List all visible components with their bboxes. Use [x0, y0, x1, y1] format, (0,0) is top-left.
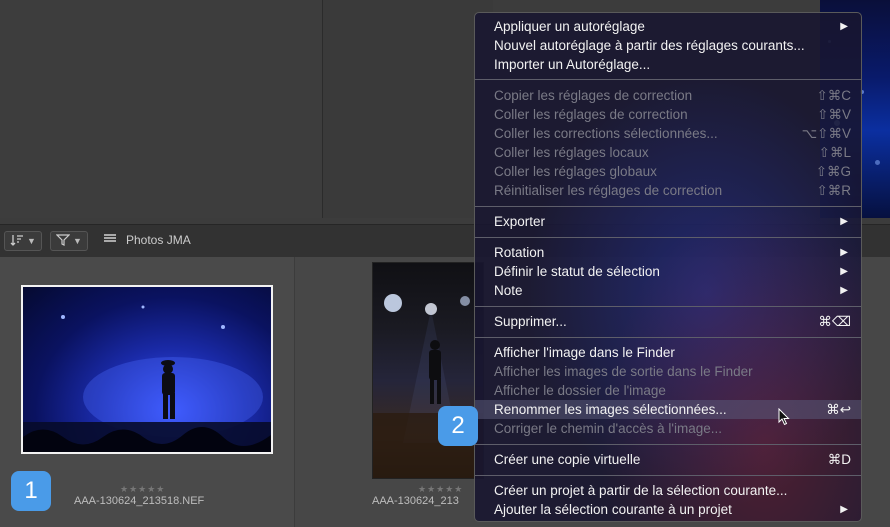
filter-button[interactable]: ▼ — [50, 231, 88, 251]
menu-item-fix-image-path[interactable]: Corriger le chemin d'accès à l'image... — [475, 419, 861, 438]
menu-item-rotation[interactable]: Rotation ▶ — [475, 243, 861, 262]
chevron-down-icon: ▼ — [27, 236, 36, 246]
top-left-pane — [0, 0, 323, 218]
library-grid-icon — [104, 234, 116, 245]
menu-item-add-to-project[interactable]: Ajouter la sélection courante à un proje… — [475, 500, 861, 519]
menu-item-create-project[interactable]: Créer un projet à partir de la sélection… — [475, 481, 861, 500]
image-thumbnail[interactable] — [21, 285, 273, 454]
menu-item-paste-global[interactable]: Coller les réglages globaux ⇧⌘G — [475, 162, 861, 181]
image-thumbnail[interactable] — [372, 262, 484, 479]
library-name: Photos JMA — [126, 233, 191, 247]
top-middle-pane — [323, 0, 493, 218]
menu-separator — [475, 337, 861, 338]
menu-separator — [475, 206, 861, 207]
submenu-arrow-icon: ▶ — [840, 247, 848, 258]
menu-item-copy-adjustments[interactable]: Copier les réglages de correction ⇧⌘C — [475, 86, 861, 105]
menu-item-create-virtual-copy[interactable]: Créer une copie virtuelle ⌘D — [475, 450, 861, 469]
menu-separator — [475, 79, 861, 80]
menu-separator — [475, 237, 861, 238]
menu-item-show-in-finder[interactable]: Afficher l'image dans le Finder — [475, 343, 861, 362]
rating-stars[interactable]: ★★★★★ — [418, 484, 463, 495]
menu-item-import-preset[interactable]: Importer un Autoréglage... — [475, 55, 861, 74]
mouse-pointer-icon — [778, 408, 790, 426]
menu-separator — [475, 444, 861, 445]
menu-item-paste-adjustments[interactable]: Coller les réglages de correction ⇧⌘V — [475, 105, 861, 124]
menu-item-paste-selected[interactable]: Coller les corrections sélectionnées... ⌥… — [475, 124, 861, 143]
filter-icon — [55, 233, 71, 249]
submenu-arrow-icon: ▶ — [840, 504, 848, 515]
submenu-arrow-icon: ▶ — [840, 21, 848, 32]
menu-item-show-image-folder[interactable]: Afficher le dossier de l'image — [475, 381, 861, 400]
submenu-arrow-icon: ▶ — [840, 216, 848, 227]
rating-stars[interactable]: ★★★★★ — [120, 484, 165, 495]
chevron-down-icon: ▼ — [73, 236, 82, 246]
submenu-arrow-icon: ▶ — [840, 266, 848, 277]
sort-button[interactable]: ▼ — [4, 231, 42, 251]
context-menu: Appliquer un autoréglage ▶ Nouvel autoré… — [474, 12, 862, 522]
image-filename: AAA-130624_213518.NEF — [74, 495, 205, 507]
step-badge-2: 2 — [438, 406, 478, 446]
menu-item-apply-preset[interactable]: Appliquer un autoréglage ▶ — [475, 17, 861, 36]
menu-separator — [475, 475, 861, 476]
menu-item-rating[interactable]: Note ▶ — [475, 281, 861, 300]
sort-icon — [10, 234, 24, 249]
menu-item-new-preset[interactable]: Nouvel autoréglage à partir des réglages… — [475, 36, 861, 55]
menu-separator — [475, 306, 861, 307]
image-filename: AAA-130624_213 — [372, 495, 459, 507]
menu-item-show-outputs-in-finder[interactable]: Afficher les images de sortie dans le Fi… — [475, 362, 861, 381]
step-badge-1: 1 — [11, 471, 51, 511]
menu-item-rename-selected[interactable]: Renommer les images sélectionnées... ⌘↩ — [475, 400, 861, 419]
submenu-arrow-icon: ▶ — [840, 285, 848, 296]
menu-item-export[interactable]: Exporter ▶ — [475, 212, 861, 231]
menu-item-paste-local[interactable]: Coller les réglages locaux ⇧⌘L — [475, 143, 861, 162]
menu-item-selection-status[interactable]: Définir le statut de sélection ▶ — [475, 262, 861, 281]
menu-item-reset-adjustments[interactable]: Réinitialiser les réglages de correction… — [475, 181, 861, 200]
menu-item-delete[interactable]: Supprimer... ⌘⌫ — [475, 312, 861, 331]
